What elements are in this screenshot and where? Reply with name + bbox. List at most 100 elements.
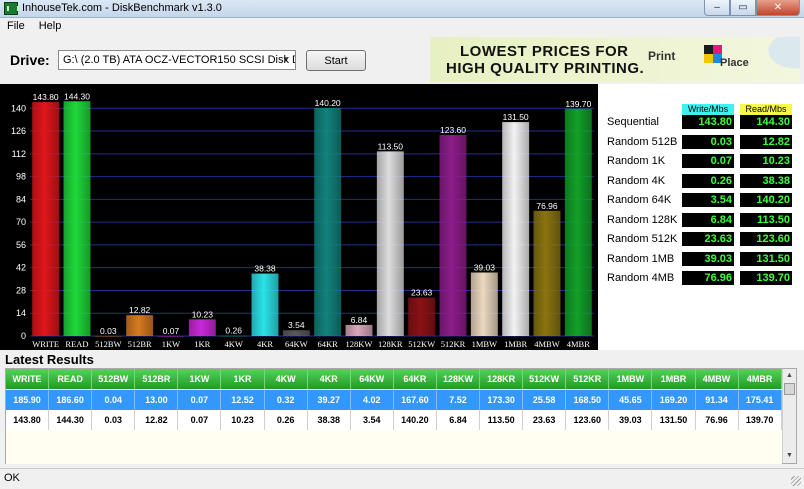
stat-write-value: 39.03 [682,251,734,266]
column-header[interactable]: 4MBR [739,369,782,389]
stat-read-value: 113.50 [740,212,792,227]
ad-logo-print: Print [648,49,676,63]
drive-select-value: G:\ (2.0 TB) ATA OCZ-VECTOR150 SCSI Disk… [63,54,296,66]
bar-value-label: 0.07 [163,326,180,336]
window-title: InhouseTek.com - DiskBenchmark v1.3.0 [22,2,222,14]
start-button[interactable]: Start [306,50,366,71]
chart-bar [564,108,592,336]
x-tick-label: 1KR [194,339,210,349]
app-icon [4,2,19,15]
title-bar: InhouseTek.com - DiskBenchmark v1.3.0 – … [0,0,804,18]
x-tick-label: 1MBW [472,339,498,349]
column-header[interactable]: 512BR [135,369,179,389]
table-cell: 13.00 [135,390,179,410]
bar-value-label: 123.60 [440,125,466,135]
stat-row: Random 512K 23.63 123.60 [598,230,804,248]
close-button[interactable]: ✕ [756,0,800,16]
latest-results-grid: WRITE READ 512BW 512BR 1KW 1KR 4KW 4KR 64KW 64KR 1… [5,368,797,464]
table-row[interactable]: 185.90 186.60 0.04 13.00 0.07 12.52 0.32 39.27 4… [6,390,782,410]
column-header[interactable]: 4KR [308,369,351,389]
latest-results-title: Latest Results [5,352,94,367]
table-cell: 185.90 [6,390,50,410]
table-cell: 113.50 [480,410,524,430]
stat-write-value: 0.03 [682,134,734,149]
stat-write-value: 76.96 [682,271,734,285]
table-cell: 45.65 [609,390,653,410]
stat-row: Random 128K 6.84 113.50 [598,211,804,229]
table-cell: 186.60 [49,390,93,410]
column-header[interactable]: 512KW [523,369,567,389]
chevron-down-icon[interactable]: ▼ [279,53,293,67]
column-header[interactable]: 64KR [394,369,437,389]
chart-bar [439,134,467,336]
x-tick-label: 512KR [441,339,466,349]
y-tick-label: 56 [16,240,26,250]
stat-write-value: 23.63 [682,232,734,246]
table-cell: 167.60 [394,390,437,410]
column-header[interactable]: 512BW [92,369,136,389]
chart-bar [282,330,310,336]
menu-file[interactable]: File [0,18,32,35]
stat-label: Random 1MB [607,252,675,265]
menu-bar: File Help [0,18,804,35]
scroll-up-icon[interactable]: ▲ [784,370,795,382]
table-cell: 38.38 [308,410,351,430]
resize-grip-icon[interactable] [791,476,801,486]
stat-label: Random 64K [607,194,672,206]
chart-bar [376,151,404,336]
ad-decoration [748,37,800,82]
x-tick-label: 1MBR [504,339,527,349]
benchmark-chart: 0 14 28 42 56 70 84 98 112 126 140 143.80 WRITE 144.3… [0,84,598,350]
stat-read-value: 38.38 [740,173,792,188]
y-tick-label: 28 [16,285,26,295]
stat-row: Random 4K 0.26 38.38 [598,172,804,190]
x-tick-label: 64KR [318,339,339,349]
column-header[interactable]: 128KW [437,369,481,389]
bar-value-label: 113.50 [378,141,404,151]
bar-value-label: 10.23 [192,309,214,319]
stat-write-value: 0.07 [682,154,734,168]
column-header[interactable]: 1MBR [652,369,696,389]
column-header[interactable]: 1MBW [609,369,653,389]
table-cell: 3.54 [351,410,394,430]
stat-read-value: 131.50 [740,251,792,266]
stat-label: Random 4MB [607,272,675,284]
table-cell: 0.03 [92,410,136,430]
bar-value-label: 0.26 [225,326,242,336]
ad-banner[interactable]: LOWEST PRICES FOR HIGH QUALITY PRINTING.… [430,37,800,82]
column-header[interactable]: 1KW [178,369,222,389]
table-cell: 10.23 [221,410,265,430]
x-tick-label: WRITE [32,339,59,349]
column-header[interactable]: READ [49,369,93,389]
x-tick-label: 4KW [224,339,242,349]
column-header[interactable]: WRITE [6,369,50,389]
column-header[interactable]: 4MBW [696,369,739,389]
column-header[interactable]: 128KR [480,369,524,389]
chart-bar [251,273,279,336]
column-header[interactable]: 512KR [566,369,610,389]
table-cell: 39.27 [308,390,351,410]
status-bar: OK [0,468,804,489]
stat-label: Random 128K [607,213,678,226]
column-header[interactable]: 4KW [265,369,308,389]
minimize-button[interactable]: – [704,0,730,16]
column-header[interactable]: 64KW [351,369,394,389]
maximize-button[interactable]: ▭ [730,0,756,16]
drive-select[interactable]: G:\ (2.0 TB) ATA OCZ-VECTOR150 SCSI Disk… [58,50,296,70]
column-header[interactable]: 1KR [221,369,265,389]
scroll-thumb[interactable] [784,383,795,395]
stat-row: Random 1MB 39.03 131.50 [598,250,804,268]
ad-headline-1: LOWEST PRICES FOR [460,43,629,60]
table-cell: 140.20 [394,410,437,430]
stat-row: Random 1K 0.07 10.23 [598,152,804,170]
y-tick-label: 84 [16,194,26,204]
bar-value-label: 3.54 [288,320,305,330]
grid-header-row: WRITE READ 512BW 512BR 1KW 1KR 4KW 4KR 64KW 64KR 1… [6,369,782,389]
vertical-scrollbar[interactable]: ▲ ▼ [782,369,796,463]
x-tick-label: 4MBR [567,339,590,349]
table-row[interactable]: 143.80 144.30 0.03 12.82 0.07 10.23 0.26 38.38 3… [6,410,782,430]
scroll-down-icon[interactable]: ▼ [784,450,795,462]
stat-row: Random 64K 3.54 140.20 [598,191,804,209]
menu-help[interactable]: Help [32,18,69,35]
table-cell: 173.30 [480,390,524,410]
